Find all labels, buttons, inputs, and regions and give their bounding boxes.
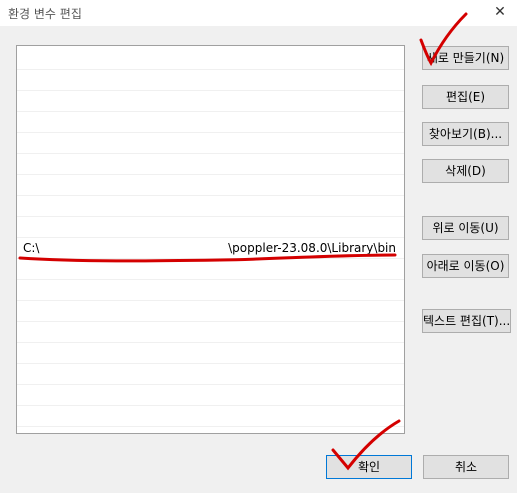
list-item[interactable]	[17, 280, 404, 301]
list-item-selected-path[interactable]: C:\ \poppler-23.08.0\Library\bin	[17, 238, 404, 259]
browse-button[interactable]: 찾아보기(B)...	[422, 122, 509, 146]
list-item[interactable]	[17, 196, 404, 217]
list-item[interactable]	[17, 322, 404, 343]
list-item[interactable]	[17, 259, 404, 280]
edit-button[interactable]: 편집(E)	[422, 85, 509, 109]
edit-text-button[interactable]: 텍스트 편집(T)...	[422, 309, 511, 333]
list-item[interactable]	[17, 175, 404, 196]
list-item[interactable]	[17, 364, 404, 385]
title-bar: 환경 변수 편집 ✕	[0, 0, 517, 26]
list-item[interactable]	[17, 217, 404, 238]
cancel-button[interactable]: 취소	[423, 455, 509, 479]
list-item[interactable]	[17, 385, 404, 406]
list-item[interactable]	[17, 49, 404, 70]
path-list[interactable]: C:\ \poppler-23.08.0\Library\bin	[16, 45, 405, 434]
list-item[interactable]	[17, 70, 404, 91]
new-button[interactable]: 새로 만들기(N)	[422, 46, 509, 70]
ok-button[interactable]: 확인	[326, 455, 412, 479]
list-item[interactable]	[17, 406, 404, 427]
edit-env-variable-dialog: 환경 변수 편집 ✕ C:\ \poppler-23.08.0\Library\…	[0, 0, 517, 493]
list-item[interactable]	[17, 133, 404, 154]
path-end-text: \poppler-23.08.0\Library\bin	[228, 241, 396, 255]
move-down-button[interactable]: 아래로 이동(O)	[422, 254, 509, 278]
close-icon[interactable]: ✕	[491, 3, 509, 21]
path-start-text: C:\	[23, 241, 40, 255]
list-item[interactable]	[17, 91, 404, 112]
move-up-button[interactable]: 위로 이동(U)	[422, 216, 509, 240]
list-item[interactable]	[17, 154, 404, 175]
delete-button[interactable]: 삭제(D)	[422, 159, 509, 183]
list-item[interactable]	[17, 343, 404, 364]
window-title: 환경 변수 편집	[8, 7, 82, 21]
list-item[interactable]	[17, 301, 404, 322]
list-item[interactable]	[17, 112, 404, 133]
